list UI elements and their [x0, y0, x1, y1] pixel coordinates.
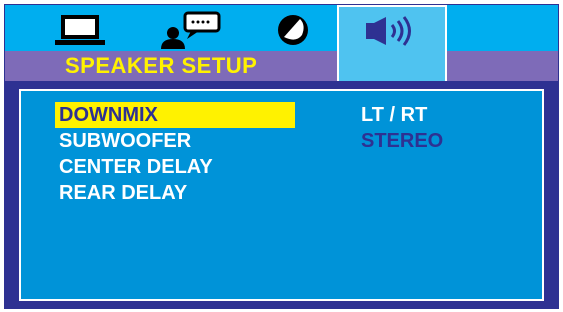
settings-menu: DOWNMIX SUBWOOFER CENTER DELAY REAR DELA… [55, 102, 295, 206]
tab-speaker-setup[interactable] [337, 5, 447, 55]
menu-item-rear-delay[interactable]: REAR DELAY [55, 180, 295, 206]
panel-frame: DOWNMIX SUBWOOFER CENTER DELAY REAR DELA… [5, 81, 558, 308]
monitor-icon [55, 15, 105, 45]
tab-language-setup[interactable] [153, 5, 233, 55]
tab-general-setup[interactable] [45, 5, 115, 55]
setup-screen: SPEAKER SETUP DOWNMIX SUBWOOFER CENTER D… [4, 4, 559, 309]
menu-item-downmix[interactable]: DOWNMIX [55, 102, 295, 128]
tab-video-setup[interactable] [263, 5, 323, 55]
page-title: SPEAKER SETUP [65, 53, 258, 78]
menu-item-subwoofer[interactable]: SUBWOOFER [55, 128, 295, 154]
title-bar: SPEAKER SETUP [5, 51, 558, 81]
option-stereo[interactable]: STEREO [361, 128, 443, 154]
speaker-icon [366, 16, 411, 46]
speech-person-icon [161, 11, 221, 49]
tab-connector [337, 51, 447, 83]
menu-item-center-delay[interactable]: CENTER DELAY [55, 154, 295, 180]
options-list: LT / RT STEREO [361, 102, 443, 154]
disc-icon [278, 15, 308, 45]
settings-panel: DOWNMIX SUBWOOFER CENTER DELAY REAR DELA… [19, 89, 544, 301]
option-lt-rt[interactable]: LT / RT [361, 102, 443, 128]
